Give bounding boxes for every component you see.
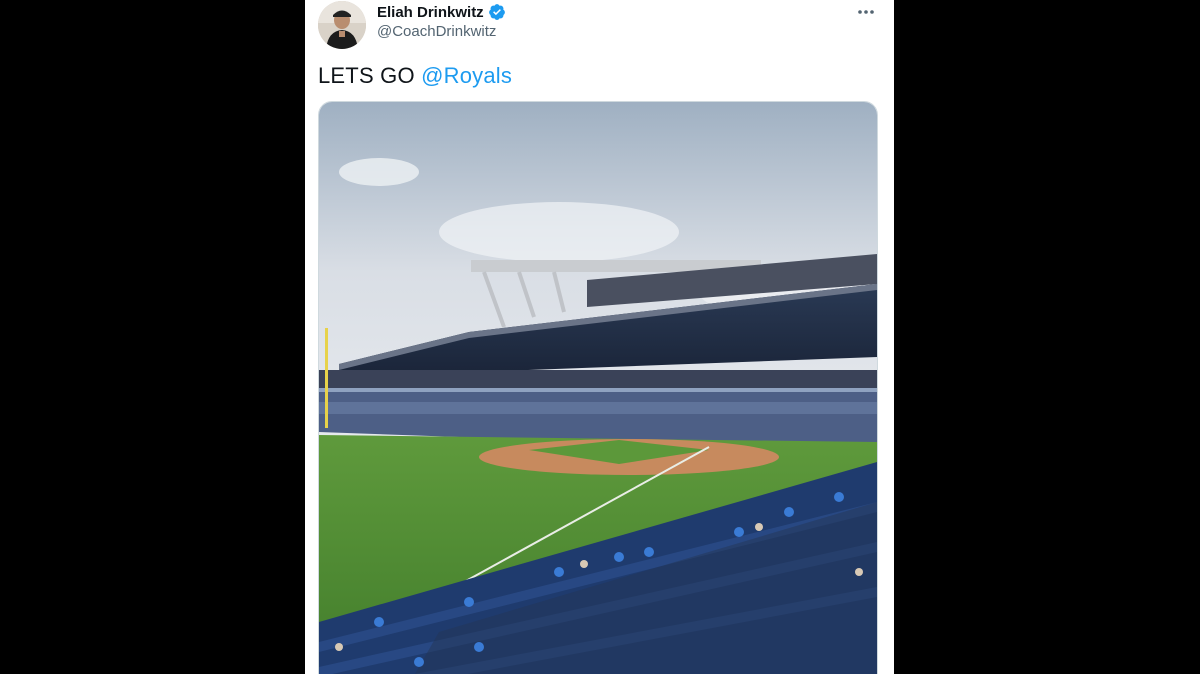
- author-handle[interactable]: @CoachDrinkwitz: [377, 23, 496, 40]
- tweet-text-body: LETS GO: [318, 63, 422, 88]
- avatar[interactable]: [318, 1, 366, 49]
- author-name-row: Eliah Drinkwitz: [377, 3, 506, 21]
- author-display-name[interactable]: Eliah Drinkwitz: [377, 4, 484, 21]
- more-options-icon[interactable]: [856, 4, 876, 20]
- mention-link[interactable]: @Royals: [421, 63, 512, 88]
- verified-badge-icon: [488, 4, 505, 20]
- stadium-photo: [319, 102, 877, 674]
- avatar-photo: [318, 1, 366, 49]
- tweet-card: Eliah Drinkwitz @CoachDrinkwitz LETS GO …: [305, 0, 894, 674]
- tweet-text: LETS GO @Royals: [318, 63, 512, 89]
- tweet-photo[interactable]: [318, 101, 878, 674]
